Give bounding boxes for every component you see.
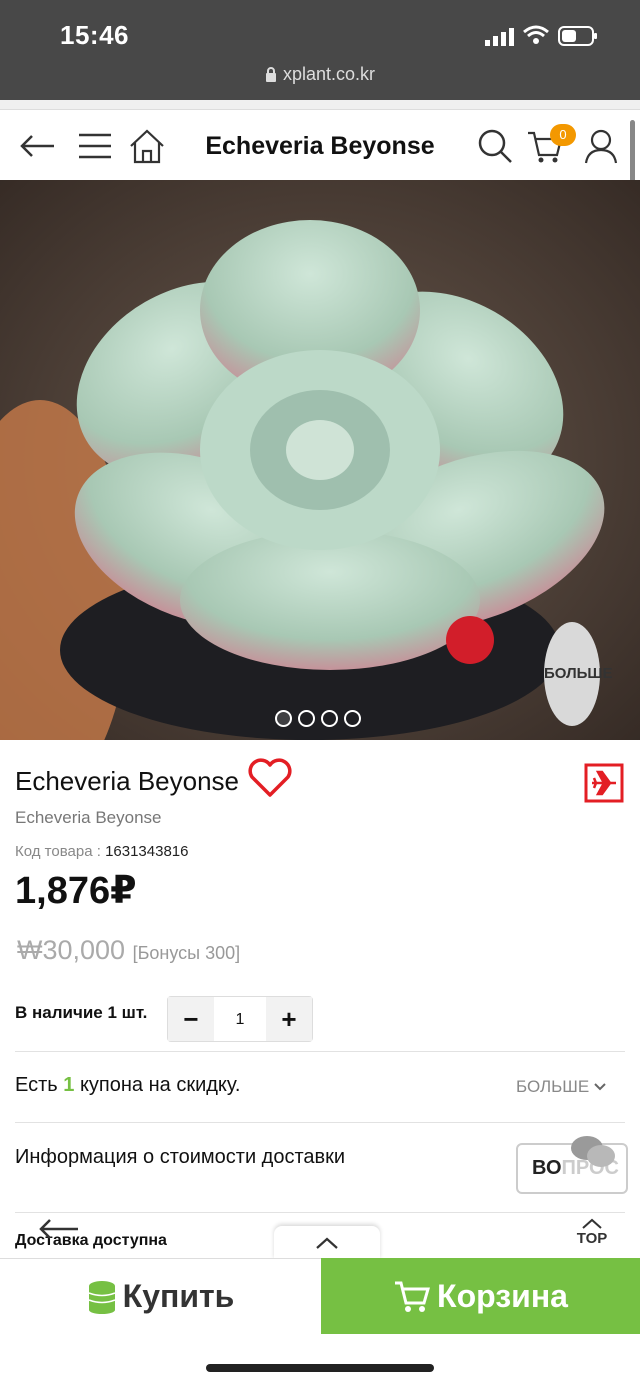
add-to-cart-button[interactable]: Корзина [321, 1258, 640, 1334]
shipping-cost-info[interactable]: Информация о стоимости доставки [15, 1146, 345, 1169]
url-text: xplant.co.kr [282, 64, 376, 84]
coupon-more-link[interactable]: БОЛЬШЕ [516, 1077, 606, 1097]
coupon-more-label: БОЛЬШЕ [516, 1077, 590, 1096]
chevron-up-icon [316, 1237, 338, 1249]
app-header: Echeveria Beyonse 0 [0, 110, 640, 180]
wifi-icon [523, 25, 549, 44]
chevron-up-icon [582, 1218, 602, 1229]
expand-tab[interactable] [274, 1226, 380, 1260]
gallery-dot[interactable] [275, 710, 292, 727]
quantity-decrease-button[interactable]: − [168, 997, 214, 1041]
chevron-down-icon [594, 1083, 606, 1091]
divider [15, 1122, 625, 1123]
quantity-input[interactable]: 1 [214, 997, 266, 1041]
lock-icon [265, 67, 276, 82]
status-time: 15:46 [60, 20, 129, 50]
cart-button-label: Корзина [437, 1277, 568, 1314]
divider [15, 1051, 625, 1052]
address-bar[interactable]: xplant.co.kr [0, 64, 640, 85]
scroll-top-button[interactable]: TOP [574, 1218, 610, 1248]
coupon-suffix: купона на скидку. [74, 1074, 241, 1096]
coupon-count: 1 [63, 1074, 75, 1096]
user-icon[interactable] [582, 127, 620, 165]
product-code: Код товара : 1631343816 [15, 843, 189, 860]
home-indicator[interactable] [206, 1364, 434, 1372]
browser-divider [0, 100, 640, 110]
buy-button[interactable]: Купить [0, 1258, 321, 1334]
stock-status: В наличие 1 шт. [15, 1003, 148, 1022]
status-bar: 15:46 xplant.co.kr [0, 0, 640, 100]
buy-button-label: Купить [122, 1278, 235, 1314]
product-price: 1,876₽ [15, 870, 137, 912]
original-price-value: ₩30,000 [17, 935, 126, 965]
product-subtitle: Echeveria Beyonse [15, 808, 162, 827]
quantity-increase-button[interactable]: + [266, 997, 312, 1041]
product-code-value: 1631343816 [105, 843, 189, 860]
product-name: Echeveria Beyonse [15, 766, 240, 796]
chat-icon[interactable] [570, 1134, 616, 1170]
floating-back-arrow-icon[interactable] [38, 1218, 80, 1240]
bonus-points: [Бонусы 300] [132, 943, 241, 963]
gallery-pagination [275, 710, 361, 728]
product-image[interactable] [0, 180, 640, 740]
wishlist-heart-icon[interactable] [247, 758, 293, 798]
scroll-top-label: TOP [576, 1230, 608, 1247]
quantity-stepper: − 1 + [167, 996, 313, 1042]
cart-count-badge: 0 [550, 124, 576, 146]
battery-icon [558, 26, 597, 46]
overseas-shipping-icon[interactable] [584, 763, 624, 803]
coupon-prefix: Есть [15, 1074, 64, 1096]
coupon-info: Есть 1 купона на скидку. [15, 1074, 240, 1097]
gallery-dot[interactable] [298, 710, 315, 727]
gallery-more-button[interactable]: БОЛЬШЕ [544, 622, 612, 726]
coins-icon [88, 1280, 115, 1314]
succulent-photo [0, 180, 640, 740]
original-price: ₩30,000 [Бонусы 300] [17, 935, 240, 966]
question-label-a: ВО [532, 1157, 562, 1179]
signal-icon [485, 28, 514, 46]
bottom-action-bar: Купить Корзина [0, 1258, 640, 1334]
search-icon[interactable] [476, 127, 514, 165]
product-code-label: Код товара : [15, 843, 101, 860]
gallery-dot[interactable] [344, 710, 361, 727]
divider [15, 1212, 625, 1213]
gallery-dot[interactable] [321, 710, 338, 727]
cart-icon [395, 1281, 431, 1312]
